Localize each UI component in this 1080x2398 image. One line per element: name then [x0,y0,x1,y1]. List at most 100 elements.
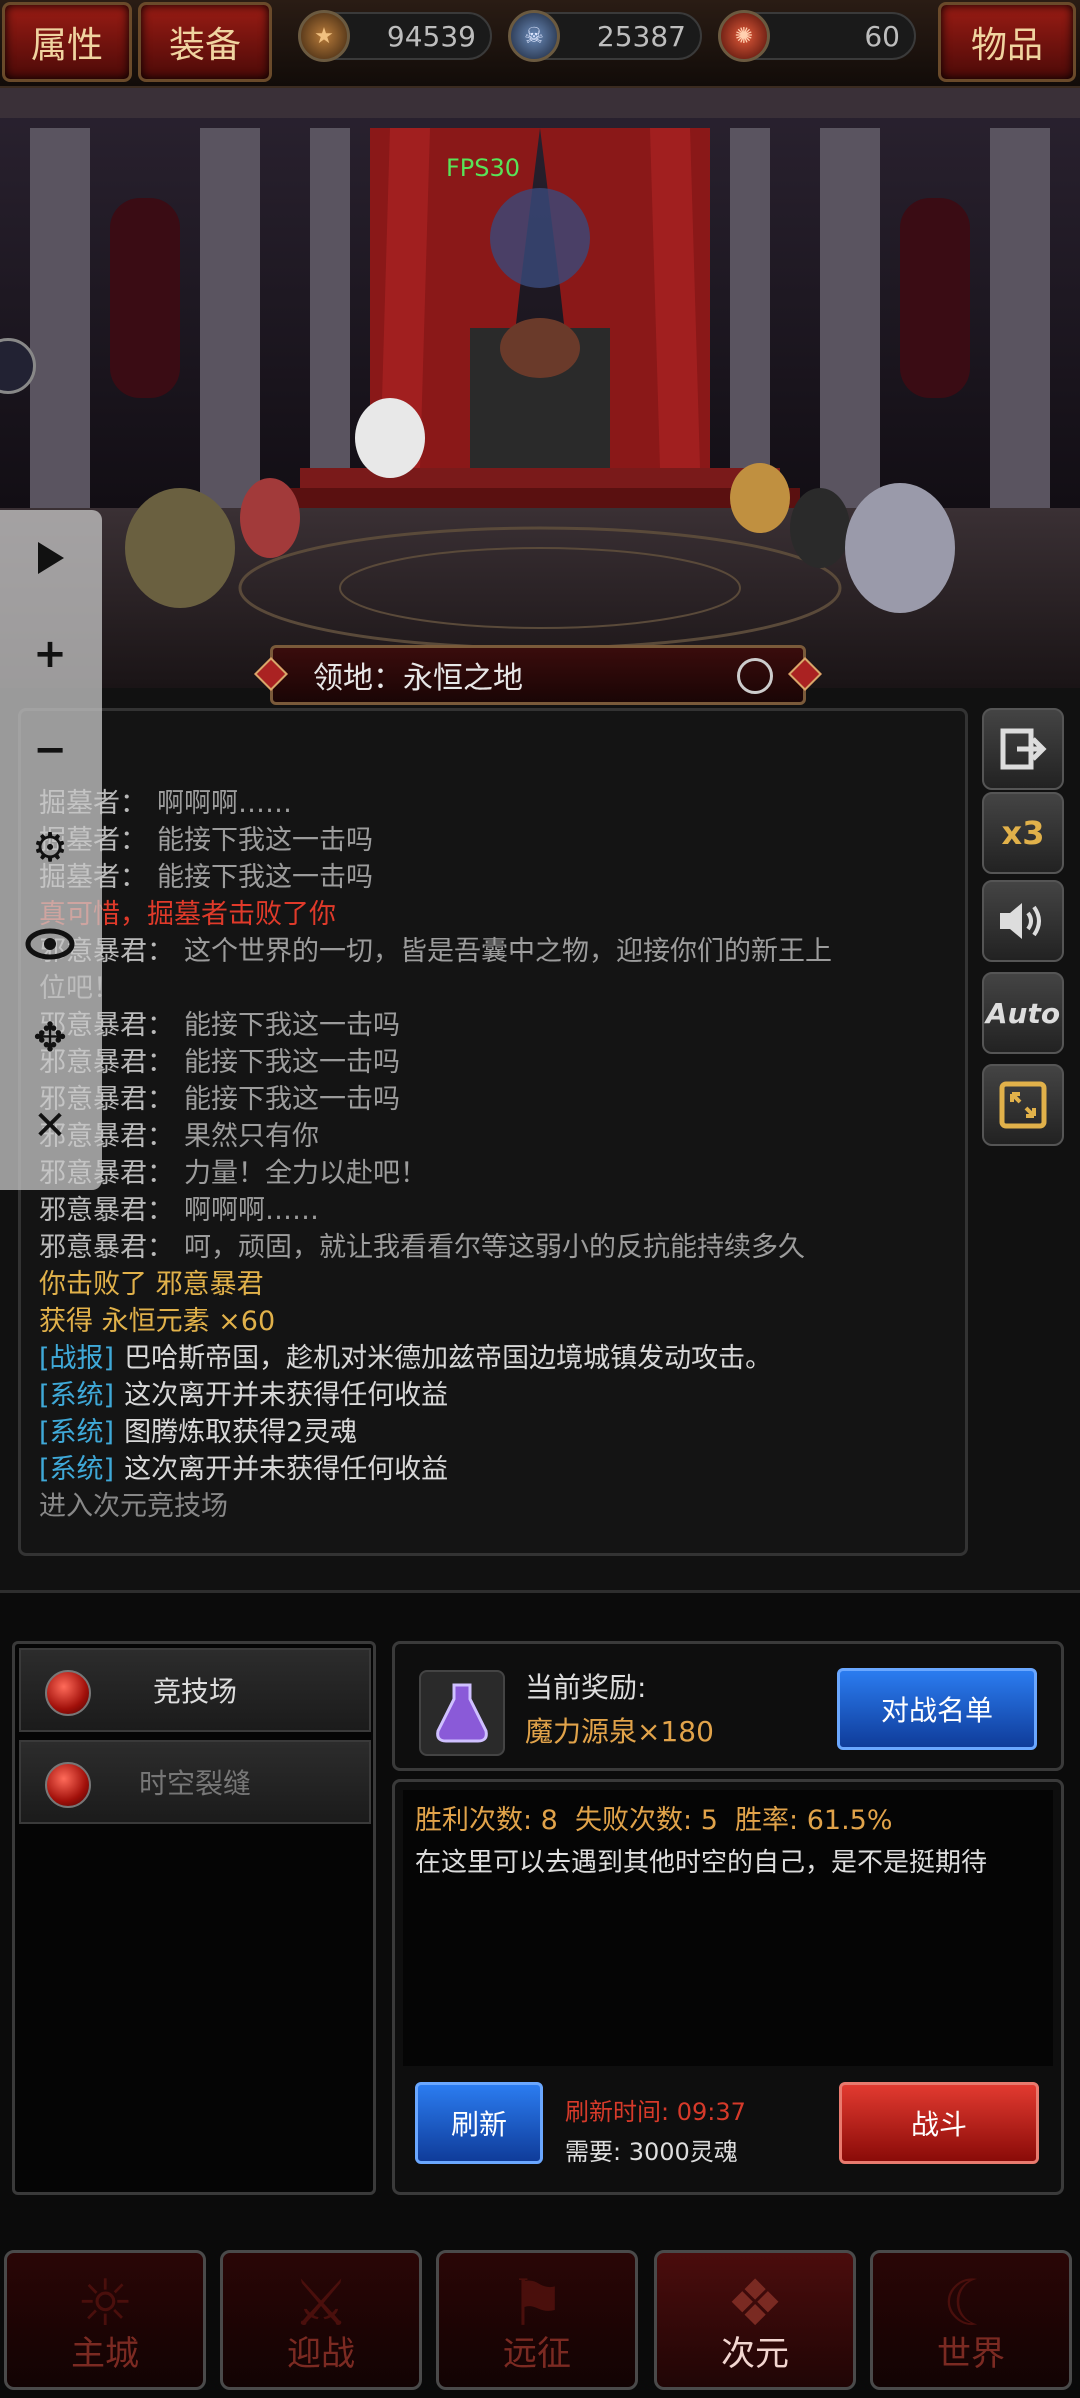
log-speaker: 邪意暴君： [39,1232,174,1263]
log-text: 力量！全力以赴吧！ [184,1158,427,1189]
skull-coin-icon: ☠ [508,10,560,62]
reward-box: 当前奖励: 魔力源泉×180 对战名单 [392,1641,1064,1771]
items-button[interactable]: 物品 [938,2,1076,82]
resource-gold: ★ 94539 [298,10,492,62]
speaker-icon [1000,903,1041,939]
zone-label: 领地：永恒之地 [313,661,523,696]
bottom-nav: ☼ 主城 ⚔ 迎战 ⚑ 远征 ❖ 次元 ☾ 世界 [0,2240,1080,2398]
log-text: 啊啊啊…… [157,788,292,819]
play-icon[interactable] [22,530,78,586]
swirl-coin-icon: ✺ [718,10,770,62]
nav-dimension[interactable]: ❖ 次元 [654,2250,856,2390]
log-speaker: [系统] [39,1454,115,1485]
nav-label: 世界 [937,2334,1005,2374]
resource-skull-value: 25387 [596,19,686,53]
auto-button[interactable]: Auto [982,972,1064,1054]
floating-toolbar: + − ⚙ ✥ ✕ [0,510,102,1190]
tab-rift[interactable]: 时空裂缝 [19,1740,371,1824]
plus-icon[interactable]: + [22,626,78,682]
log-text: 这次离开并未获得任何收益 [124,1454,449,1485]
log-text: 图腾炼取获得2灵魂 [124,1417,358,1448]
mode-tab-list: 竞技场 时空裂缝 [12,1641,376,2195]
log-text: 能接下我这一击吗 [184,1010,400,1041]
refresh-time: 刷新时间: 09:37 [565,2098,746,2126]
log-line: [系统] 图腾炼取获得2灵魂 [39,1414,947,1451]
resource-soul: ✺ 60 [718,10,916,62]
equipment-button[interactable]: 装备 [138,2,272,82]
resize-icon [999,1081,1047,1129]
log-line: 掘墓者：啊啊啊…… [39,785,947,822]
reward-title: 当前奖励: [525,1671,647,1704]
battle-list-button[interactable]: 对战名单 [837,1668,1037,1750]
log-line: 邪意暴君： 能接下我这一击吗 [39,1007,947,1044]
log-line: 邪意暴君： 呵，顽固，就让我看看尔等这弱小的反抗能持续多久 [39,1229,947,1266]
nav-world[interactable]: ☾ 世界 [870,2250,1072,2390]
reward-value: 魔力源泉×180 [525,1715,714,1748]
log-text: 这次离开并未获得任何收益 [124,1380,449,1411]
tab-rift-label: 时空裂缝 [138,1767,251,1800]
arena-stats-box: 胜利次数: 8 失败次数: 5 胜率: 61.5% 在这里可以去遇到其他时空的自… [392,1779,1064,2195]
resource-gold-value: 94539 [386,19,476,53]
log-text: 获得 永恒元素 ×60 [39,1306,276,1337]
mana-spring-icon [419,1670,505,1756]
red-orb-icon [45,1670,91,1716]
nav-label: 主城 [71,2334,139,2374]
log-text: 进入次元竞技场 [39,1491,228,1522]
arena-description: 在这里可以去遇到其他时空的自己，是不是挺期待 [415,1848,988,1878]
eye-icon[interactable] [22,916,78,972]
hero-knight [125,488,235,608]
nav-label: 次元 [721,2334,789,2374]
log-line: 位吧！ [39,970,947,1007]
log-speaker: [战报] [39,1343,115,1374]
move-icon[interactable]: ✥ [22,1010,78,1066]
log-line: 你击败了 邪意暴君 [39,1266,947,1303]
log-line: 邪意暴君： 啊啊啊…… [39,1192,947,1229]
log-text: 能接下我这一击吗 [157,862,373,893]
sound-button[interactable] [982,880,1064,962]
log-text: 啊啊啊…… [184,1195,319,1226]
win-loss-stats: 胜利次数: 8 失败次数: 5 胜率: 61.5% [415,1805,893,1836]
log-line: 掘墓者：能接下我这一击吗 [39,822,947,859]
log-text: 能接下我这一击吗 [157,825,373,856]
log-line: 真可惜，掘墓者击败了你 [39,896,947,933]
minus-icon[interactable]: − [22,722,78,778]
close-icon[interactable]: ✕ [22,1098,78,1154]
red-orb-icon [45,1762,91,1808]
log-text: 果然只有你 [184,1121,319,1152]
log-text: 你击败了 邪意暴君 [39,1269,264,1300]
log-line: 进入次元竞技场 [39,1488,947,1525]
log-line: 掘墓者：能接下我这一击吗 [39,859,947,896]
battle-log[interactable]: 掘墓者：啊啊啊……掘墓者：能接下我这一击吗掘墓者：能接下我这一击吗真可惜，掘墓者… [18,708,968,1556]
enemy-werewolf [845,483,955,613]
exit-button[interactable] [982,708,1064,790]
speed-button[interactable]: x3 [982,792,1064,874]
nav-main-city[interactable]: ☼ 主城 [4,2250,206,2390]
zone-banner: 领地：永恒之地 [254,645,822,705]
log-line: 获得 永恒元素 ×60 [39,1303,947,1340]
log-text: 能接下我这一击吗 [184,1084,400,1115]
star-coin-icon: ★ [298,10,350,62]
log-text: 这个世界的一切，皆是吾囊中之物，迎接你们的新王上 [184,936,832,967]
nav-label: 远征 [503,2334,571,2374]
tab-arena-label: 竞技场 [152,1675,237,1708]
fight-button[interactable]: 战斗 [839,2082,1039,2164]
log-text: 呵，顽固，就让我看看尔等这弱小的反抗能持续多久 [184,1232,805,1263]
tab-arena[interactable]: 竞技场 [19,1648,371,1732]
top-bar: 属性 装备 ★ 94539 ☠ 25387 ✺ 60 物品 [0,0,1080,88]
fullscreen-button[interactable] [982,1064,1064,1146]
log-line: 邪意暴君： 力量！全力以赴吧！ [39,1155,947,1192]
zone-timer-icon[interactable] [737,658,773,694]
refresh-cost: 需要: 3000灵魂 [565,2138,738,2166]
nav-expedition[interactable]: ⚑ 远征 [436,2250,638,2390]
log-line: 邪意暴君： 果然只有你 [39,1118,947,1155]
log-speaker: [系统] [39,1380,115,1411]
arena-panel: 竞技场 时空裂缝 当前奖励: 魔力源泉×180 对战名单 胜利次数: 8 失败次… [0,1590,1080,2240]
exit-icon [1000,728,1047,770]
gear-icon[interactable]: ⚙ [22,820,78,876]
attributes-button[interactable]: 属性 [2,2,132,82]
resource-skull: ☠ 25387 [508,10,702,62]
nav-challenge[interactable]: ⚔ 迎战 [220,2250,422,2390]
resource-soul-value: 60 [864,19,900,53]
refresh-button[interactable]: 刷新 [415,2082,543,2164]
log-line: [战报] 巴哈斯帝国，趁机对米德加兹帝国边境城镇发动攻击。 [39,1340,947,1377]
